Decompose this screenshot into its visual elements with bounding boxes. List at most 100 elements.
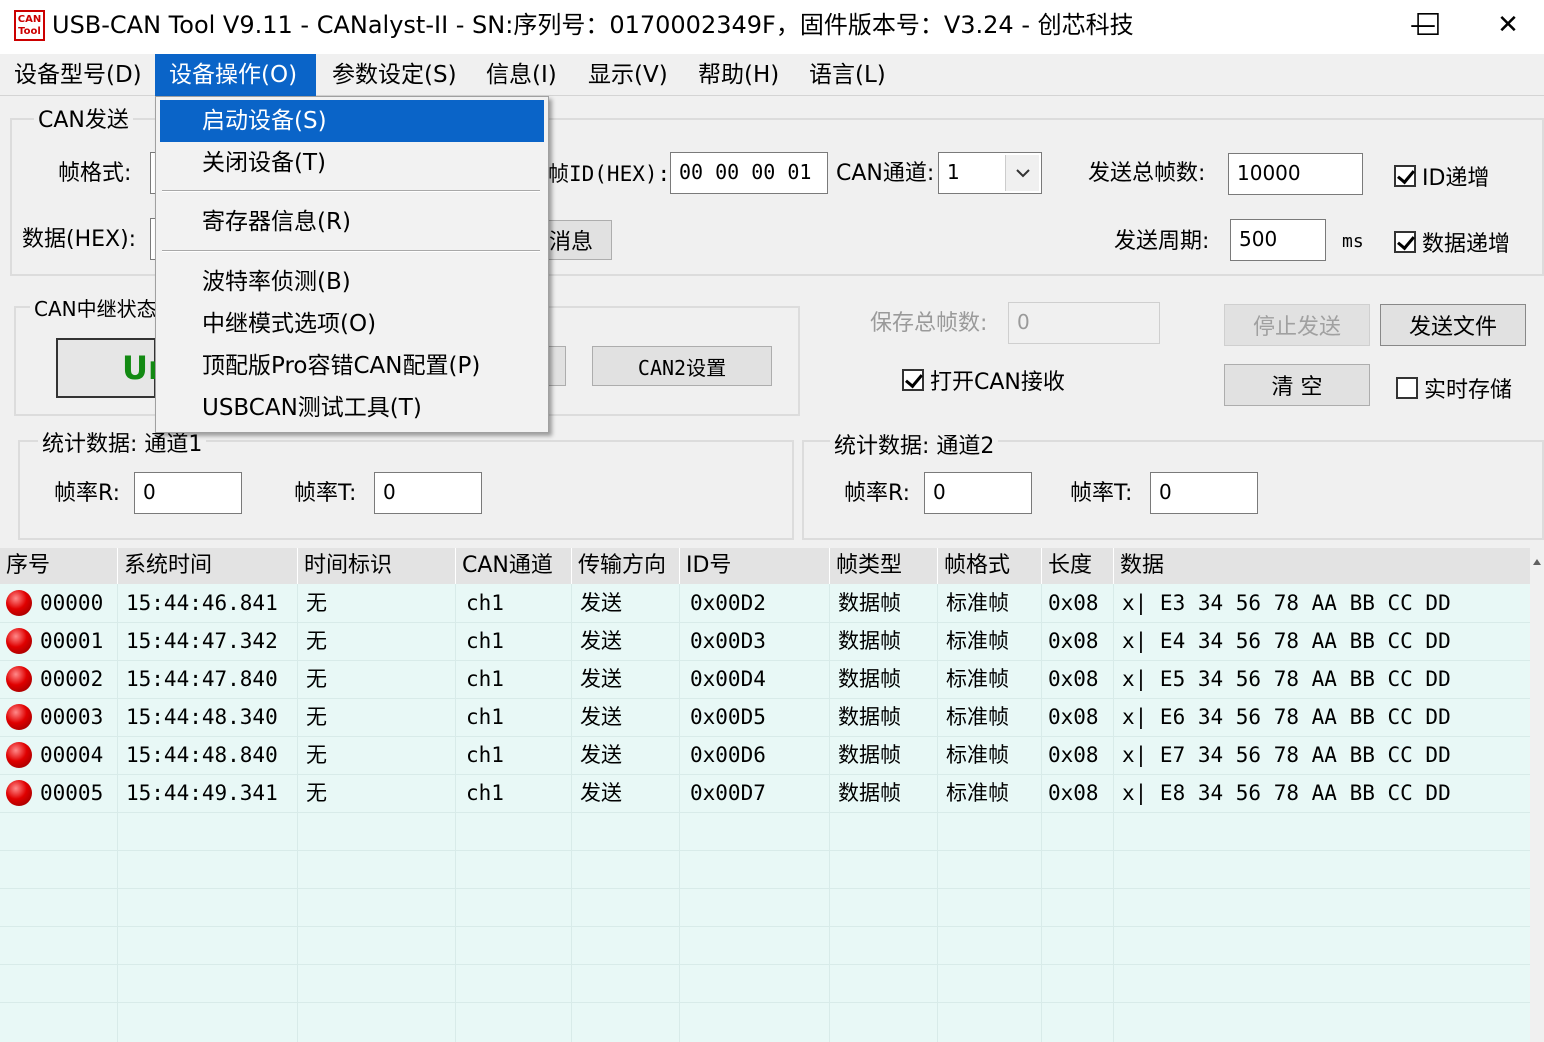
can-channel-select[interactable]: 1 — [938, 152, 1042, 194]
status-dot-icon — [6, 666, 32, 692]
row-frame-format: 标准帧 — [946, 705, 1009, 729]
send-file-button[interactable]: 发送文件 — [1380, 304, 1526, 346]
status-dot-icon — [6, 780, 32, 806]
frame-id-input[interactable]: 00 00 00 01 — [670, 152, 828, 194]
period-unit: ms — [1342, 231, 1364, 252]
stats1-rate-t-label: 帧率T: — [294, 481, 357, 506]
checkbox-unchecked-icon — [1396, 377, 1418, 399]
menu-info[interactable]: 信息(I) — [472, 54, 571, 96]
row-can-channel: ch1 — [466, 743, 504, 767]
column-header-id[interactable]: ID号 — [680, 548, 830, 584]
checkbox-checked-icon — [1394, 231, 1416, 253]
column-header-frame-type[interactable]: 帧类型 — [830, 548, 938, 584]
menu-option-usbcan-test-tool[interactable]: USBCAN测试工具(T) — [160, 387, 544, 429]
message-table[interactable]: 序号 系统时间 时间标识 CAN通道 传输方向 ID号 帧类型 帧格式 长度 数… — [0, 548, 1530, 1042]
menu-option-pro-fault-tolerant-can[interactable]: 顶配版Pro容错CAN配置(P) — [160, 345, 544, 387]
row-can-channel: ch1 — [466, 629, 504, 653]
chevron-down-icon[interactable] — [1005, 155, 1039, 191]
maximize-button[interactable]: ☐ — [1380, 0, 1476, 50]
status-dot-icon — [6, 704, 32, 730]
relay-status-button[interactable]: Ur — [56, 338, 164, 398]
data-increment-checkbox[interactable]: 数据递增 — [1394, 226, 1510, 258]
menu-display[interactable]: 显示(V) — [574, 54, 682, 96]
row-timestamp: 无 — [306, 629, 327, 653]
menu-parameter-settings[interactable]: 参数设定(S) — [318, 54, 471, 96]
menu-option-close-device[interactable]: 关闭设备(T) — [160, 142, 544, 184]
column-header-index[interactable]: 序号 — [0, 548, 118, 584]
scroll-up-icon[interactable] — [1532, 558, 1542, 566]
row-system-time: 15:44:47.840 — [126, 667, 278, 691]
id-increment-checkbox[interactable]: ID递增 — [1394, 160, 1489, 192]
table-row[interactable]: 00005 15:44:49.341 无 ch1 发送 0x00D7 数据帧 标… — [0, 774, 1530, 812]
menu-option-register-info[interactable]: 寄存器信息(R) — [160, 201, 544, 243]
row-id: 0x00D2 — [690, 591, 766, 615]
frame-format-label: 帧格式: — [58, 161, 132, 186]
checkbox-checked-icon — [902, 369, 924, 391]
send-message-button[interactable]: 消息 — [548, 220, 612, 260]
column-header-length[interactable]: 长度 — [1042, 548, 1114, 584]
total-frames-label: 发送总帧数: — [1088, 161, 1206, 186]
column-header-frame-format[interactable]: 帧格式 — [938, 548, 1042, 584]
can-relay-title: CAN中继状态 — [30, 296, 161, 322]
row-system-time: 15:44:48.840 — [126, 743, 278, 767]
row-length: 0x08 — [1048, 591, 1099, 615]
saved-frames-label: 保存总帧数: — [870, 311, 988, 336]
menu-help[interactable]: 帮助(H) — [684, 54, 793, 96]
stats2-rate-t-value: 0 — [1150, 472, 1258, 514]
clear-button[interactable]: 清 空 — [1224, 364, 1370, 406]
frame-id-label: 帧ID(HEX): — [548, 162, 671, 186]
row-index: 00003 — [0, 698, 118, 736]
column-header-system-time[interactable]: 系统时间 — [118, 548, 298, 584]
row-length: 0x08 — [1048, 743, 1099, 767]
grid-line — [0, 888, 1530, 889]
stats-channel2-title: 统计数据: 通道2 — [830, 434, 999, 460]
status-dot-icon — [6, 628, 32, 654]
table-row[interactable]: 00001 15:44:47.342 无 ch1 发送 0x00D3 数据帧 标… — [0, 622, 1530, 660]
menu-option-relay-mode[interactable]: 中继模式选项(O) — [160, 303, 544, 345]
table-row[interactable]: 00004 15:44:48.840 无 ch1 发送 0x00D6 数据帧 标… — [0, 736, 1530, 774]
column-header-direction[interactable]: 传输方向 — [572, 548, 680, 584]
row-can-channel: ch1 — [466, 591, 504, 615]
stats-channel1-title: 统计数据: 通道1 — [38, 432, 207, 458]
row-data: x| E5 34 56 78 AA BB CC DD — [1122, 667, 1451, 691]
column-header-timestamp[interactable]: 时间标识 — [298, 548, 456, 584]
can2-settings-button[interactable]: CAN2设置 — [592, 346, 772, 386]
row-direction: 发送 — [580, 781, 622, 805]
can1-settings-button[interactable] — [548, 346, 566, 386]
row-system-time: 15:44:46.841 — [126, 591, 278, 615]
stats2-rate-r-label: 帧率R: — [844, 481, 911, 506]
close-button[interactable]: ✕ — [1472, 0, 1544, 50]
row-index: 00002 — [0, 660, 118, 698]
grid-line — [0, 850, 1530, 851]
window-title: USB-CAN Tool V9.11 - CANalyst-II - SN:序列… — [52, 11, 1134, 39]
menu-language[interactable]: 语言(L) — [795, 54, 900, 96]
table-row[interactable]: 00000 15:44:46.841 无 ch1 发送 0x00D2 数据帧 标… — [0, 584, 1530, 622]
table-row[interactable]: 00002 15:44:47.840 无 ch1 发送 0x00D4 数据帧 标… — [0, 660, 1530, 698]
column-header-data[interactable]: 数据 — [1114, 548, 1530, 584]
stats1-rate-r-value: 0 — [134, 472, 242, 514]
row-frame-format: 标准帧 — [946, 629, 1009, 653]
menu-option-baudrate-detect[interactable]: 波特率侦测(B) — [160, 261, 544, 303]
send-period-input[interactable]: 500 — [1230, 219, 1326, 261]
open-can-receive-checkbox[interactable]: 打开CAN接收 — [902, 364, 1065, 396]
row-index: 00004 — [0, 736, 118, 774]
column-header-can-channel[interactable]: CAN通道 — [456, 548, 572, 584]
can-channel-label: CAN通道: — [836, 161, 935, 186]
table-row[interactable]: 00003 15:44:48.340 无 ch1 发送 0x00D5 数据帧 标… — [0, 698, 1530, 736]
table-vertical-scrollbar[interactable] — [1530, 548, 1544, 1042]
grid-line — [0, 812, 1530, 813]
row-id: 0x00D4 — [690, 667, 766, 691]
realtime-save-checkbox[interactable]: 实时存储 — [1396, 372, 1512, 404]
grid-line — [0, 926, 1530, 927]
row-length: 0x08 — [1048, 705, 1099, 729]
row-id: 0x00D6 — [690, 743, 766, 767]
saved-frames-input[interactable]: 0 — [1008, 302, 1160, 344]
row-length: 0x08 — [1048, 781, 1099, 805]
total-frames-input[interactable]: 10000 — [1228, 153, 1363, 195]
stop-send-button[interactable]: 停止发送 — [1224, 304, 1370, 346]
row-system-time: 15:44:49.341 — [126, 781, 278, 805]
menu-device-type[interactable]: 设备型号(D) — [0, 54, 156, 96]
menu-option-start-device[interactable]: 启动设备(S) — [160, 100, 544, 142]
menu-device-operation[interactable]: 设备操作(O) — [155, 54, 316, 96]
row-data: x| E8 34 56 78 AA BB CC DD — [1122, 781, 1451, 805]
